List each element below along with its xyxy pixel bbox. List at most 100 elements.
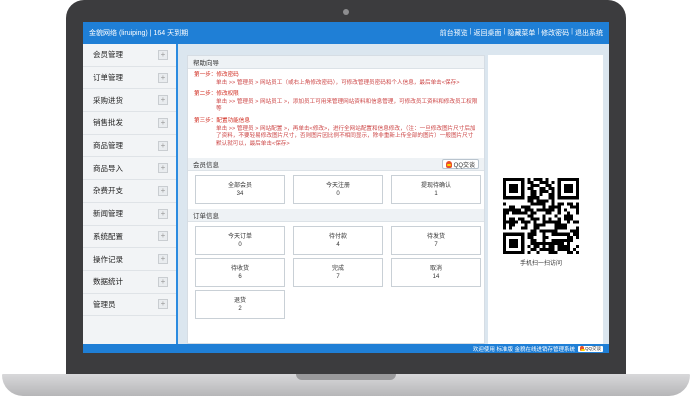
sidebar-item-orders[interactable]: 订单管理 + — [83, 67, 176, 90]
qq-icon — [445, 160, 452, 168]
orders-title: 订单信息 — [193, 213, 219, 221]
footer-bar: 欢迎使用 标准版 金貌在线进销存管理系统 QQ交谈 — [83, 344, 609, 353]
stat-card[interactable]: 取消 14 — [391, 258, 481, 288]
expand-icon[interactable]: + — [158, 49, 168, 60]
expand-icon[interactable]: + — [158, 231, 168, 242]
stat-card[interactable]: 退货 2 — [195, 290, 285, 320]
footer-qq-button[interactable]: QQ交谈 — [577, 345, 603, 352]
stat-label: 提现待确认 — [420, 182, 451, 189]
expand-icon[interactable]: + — [158, 95, 168, 106]
members-section-header: 会员信息 QQ交谈 — [188, 158, 484, 172]
expand-icon[interactable]: + — [158, 72, 168, 83]
footer-qq-label: QQ交谈 — [584, 345, 601, 351]
expand-icon[interactable]: + — [158, 208, 168, 219]
help-step: 第三步：配置功能信息 单击 >> 管理员 > 网站配置 >，再单击<修改>，进行… — [194, 118, 478, 148]
sidebar-item-label: 管理员 — [93, 299, 116, 309]
expand-icon[interactable]: + — [158, 254, 168, 265]
nav-separator: | — [537, 28, 540, 35]
sidebar-item-system-config[interactable]: 系统配置 + — [83, 226, 176, 249]
sidebar-item-label: 系统配置 — [93, 231, 123, 241]
help-step-title: 第一步：修改密码 — [194, 72, 239, 78]
sidebar-item-purchasing[interactable]: 采购进货 + — [83, 89, 176, 113]
sidebar-item-product-import[interactable]: 商品导入 + — [83, 157, 176, 181]
stat-card[interactable]: 提现待确认 1 — [391, 175, 481, 205]
sidebar-item-label: 订单管理 — [93, 73, 123, 83]
laptop-screen: 金貌网络 (liruiping) | 164 天到期 前台预览 | 返回桌面 |… — [83, 22, 609, 353]
site-title: 金貌网络 (liruiping) | 164 天到期 — [89, 30, 189, 37]
members-stats: 全部会员 34 今天注册 0 提现待确认 1 — [188, 171, 484, 209]
stat-card[interactable]: 待付款 4 — [293, 226, 383, 256]
sidebar-item-label: 商品导入 — [93, 163, 123, 173]
sidebar-item-label: 会员管理 — [93, 50, 123, 60]
expand-icon[interactable]: + — [158, 117, 168, 128]
help-section-header: 帮助向导 — [188, 56, 484, 69]
nav-separator: | — [469, 28, 472, 35]
help-step: 第二步：修改权限 单击 >> 管理员 > 网站员工 >，添加员工可用来管理网站资… — [194, 91, 478, 114]
expand-icon[interactable]: + — [158, 163, 168, 174]
stat-card[interactable]: 待收货 6 — [195, 258, 285, 288]
sidebar: 会员管理 + 订单管理 + 采购进货 + 销售批发 + 商品管理 + 商品导入 + 杂费开支… — [83, 44, 178, 344]
help-step-desc: 单击 >> 管理员 > 网站配置 >，再单击<修改>，进行全网站配置和信息修改，… — [216, 125, 476, 147]
stat-label: 退货 — [233, 297, 246, 304]
sidebar-item-admins[interactable]: 管理员 + — [83, 294, 176, 317]
qq-chat-label: QQ交谈 — [453, 162, 475, 169]
sidebar-item-wholesale[interactable]: 销售批发 + — [83, 112, 176, 135]
stat-card[interactable]: 完成 7 — [293, 258, 383, 288]
stat-value: 0 — [238, 241, 242, 248]
expand-icon[interactable]: + — [158, 140, 168, 151]
nav-hide-menu-link[interactable]: 隐藏菜单 — [507, 28, 535, 38]
stat-label: 今天注册 — [325, 182, 350, 189]
stat-card[interactable]: 待发货 7 — [391, 226, 481, 256]
qr-caption: 手机扫一扫访问 — [519, 261, 562, 267]
help-step-desc: 单击 >> 管理员 > 网站员工 >，添加员工可用来管理网站资料和信息管理，可修… — [216, 98, 478, 113]
stat-label: 待收货 — [230, 265, 249, 272]
stat-value: 7 — [336, 273, 340, 280]
stat-card[interactable]: 今天订单 0 — [195, 226, 285, 256]
sidebar-item-news[interactable]: 新闻管理 + — [83, 203, 176, 226]
expand-icon[interactable]: + — [158, 185, 168, 196]
stat-label: 待发货 — [426, 233, 445, 240]
help-step-title: 第二步：修改权限 — [194, 91, 239, 98]
sidebar-item-label: 采购进货 — [93, 95, 123, 105]
nav-logout-link[interactable]: 退出系统 — [575, 28, 603, 38]
laptop-notch — [296, 374, 396, 380]
nav-preview-link[interactable]: 前台预览 — [440, 28, 468, 38]
stat-value: 1 — [434, 190, 438, 197]
stat-value: 34 — [236, 190, 244, 197]
nav-desktop-link[interactable]: 返回桌面 — [474, 28, 502, 38]
top-bar: 金貌网络 (liruiping) | 164 天到期 前台预览 | 返回桌面 |… — [83, 22, 609, 44]
stat-value: 2 — [238, 305, 242, 312]
stat-label: 全部会员 — [227, 182, 252, 189]
stat-value: 6 — [238, 273, 242, 280]
top-nav: 前台预览 | 返回桌面 | 隐藏菜单 | 修改密码 | 退出系统 — [440, 28, 603, 38]
nav-separator: | — [503, 28, 506, 35]
sidebar-item-label: 操作记录 — [93, 254, 123, 264]
sidebar-item-expenses[interactable]: 杂费开支 + — [83, 180, 176, 203]
sidebar-item-statistics[interactable]: 数据统计 + — [83, 271, 176, 294]
stat-label: 待付款 — [328, 233, 347, 240]
orders-section-header: 订单信息 — [188, 209, 484, 223]
stat-value: 7 — [434, 241, 438, 248]
footer-text: 欢迎使用 标准版 金貌在线进销存管理系统 — [472, 346, 575, 353]
qq-chat-button[interactable]: QQ交谈 — [441, 159, 479, 170]
stat-value: 14 — [432, 273, 440, 280]
sidebar-item-members[interactable]: 会员管理 + — [83, 44, 176, 67]
sidebar-item-products[interactable]: 商品管理 + — [83, 135, 176, 158]
members-title: 会员信息 — [193, 162, 219, 170]
help-step: 第一步：修改密码 单击 >> 管理员 > 网站员工（或右上角修改密码），可修改管… — [194, 72, 478, 87]
stat-card[interactable]: 全部会员 34 — [195, 175, 285, 205]
nav-change-password-link[interactable]: 修改密码 — [541, 28, 569, 38]
nav-separator: | — [571, 28, 573, 35]
sidebar-item-label: 数据统计 — [93, 277, 123, 287]
expand-icon[interactable]: + — [158, 276, 168, 287]
sidebar-item-label: 新闻管理 — [93, 209, 123, 219]
stat-value: 0 — [336, 190, 340, 197]
help-title: 帮助向导 — [193, 60, 219, 67]
sidebar-item-operation-log[interactable]: 操作记录 + — [83, 248, 176, 271]
qr-panel: 手机扫一扫访问 — [488, 55, 603, 344]
expand-icon[interactable]: + — [158, 299, 168, 310]
help-step-desc: 单击 >> 管理员 > 网站员工（或右上角修改密码），可修改管理员密码和个人信息… — [216, 79, 460, 86]
sidebar-item-label: 商品管理 — [93, 141, 123, 151]
stat-label: 取消 — [429, 265, 442, 272]
stat-card[interactable]: 今天注册 0 — [293, 175, 383, 205]
